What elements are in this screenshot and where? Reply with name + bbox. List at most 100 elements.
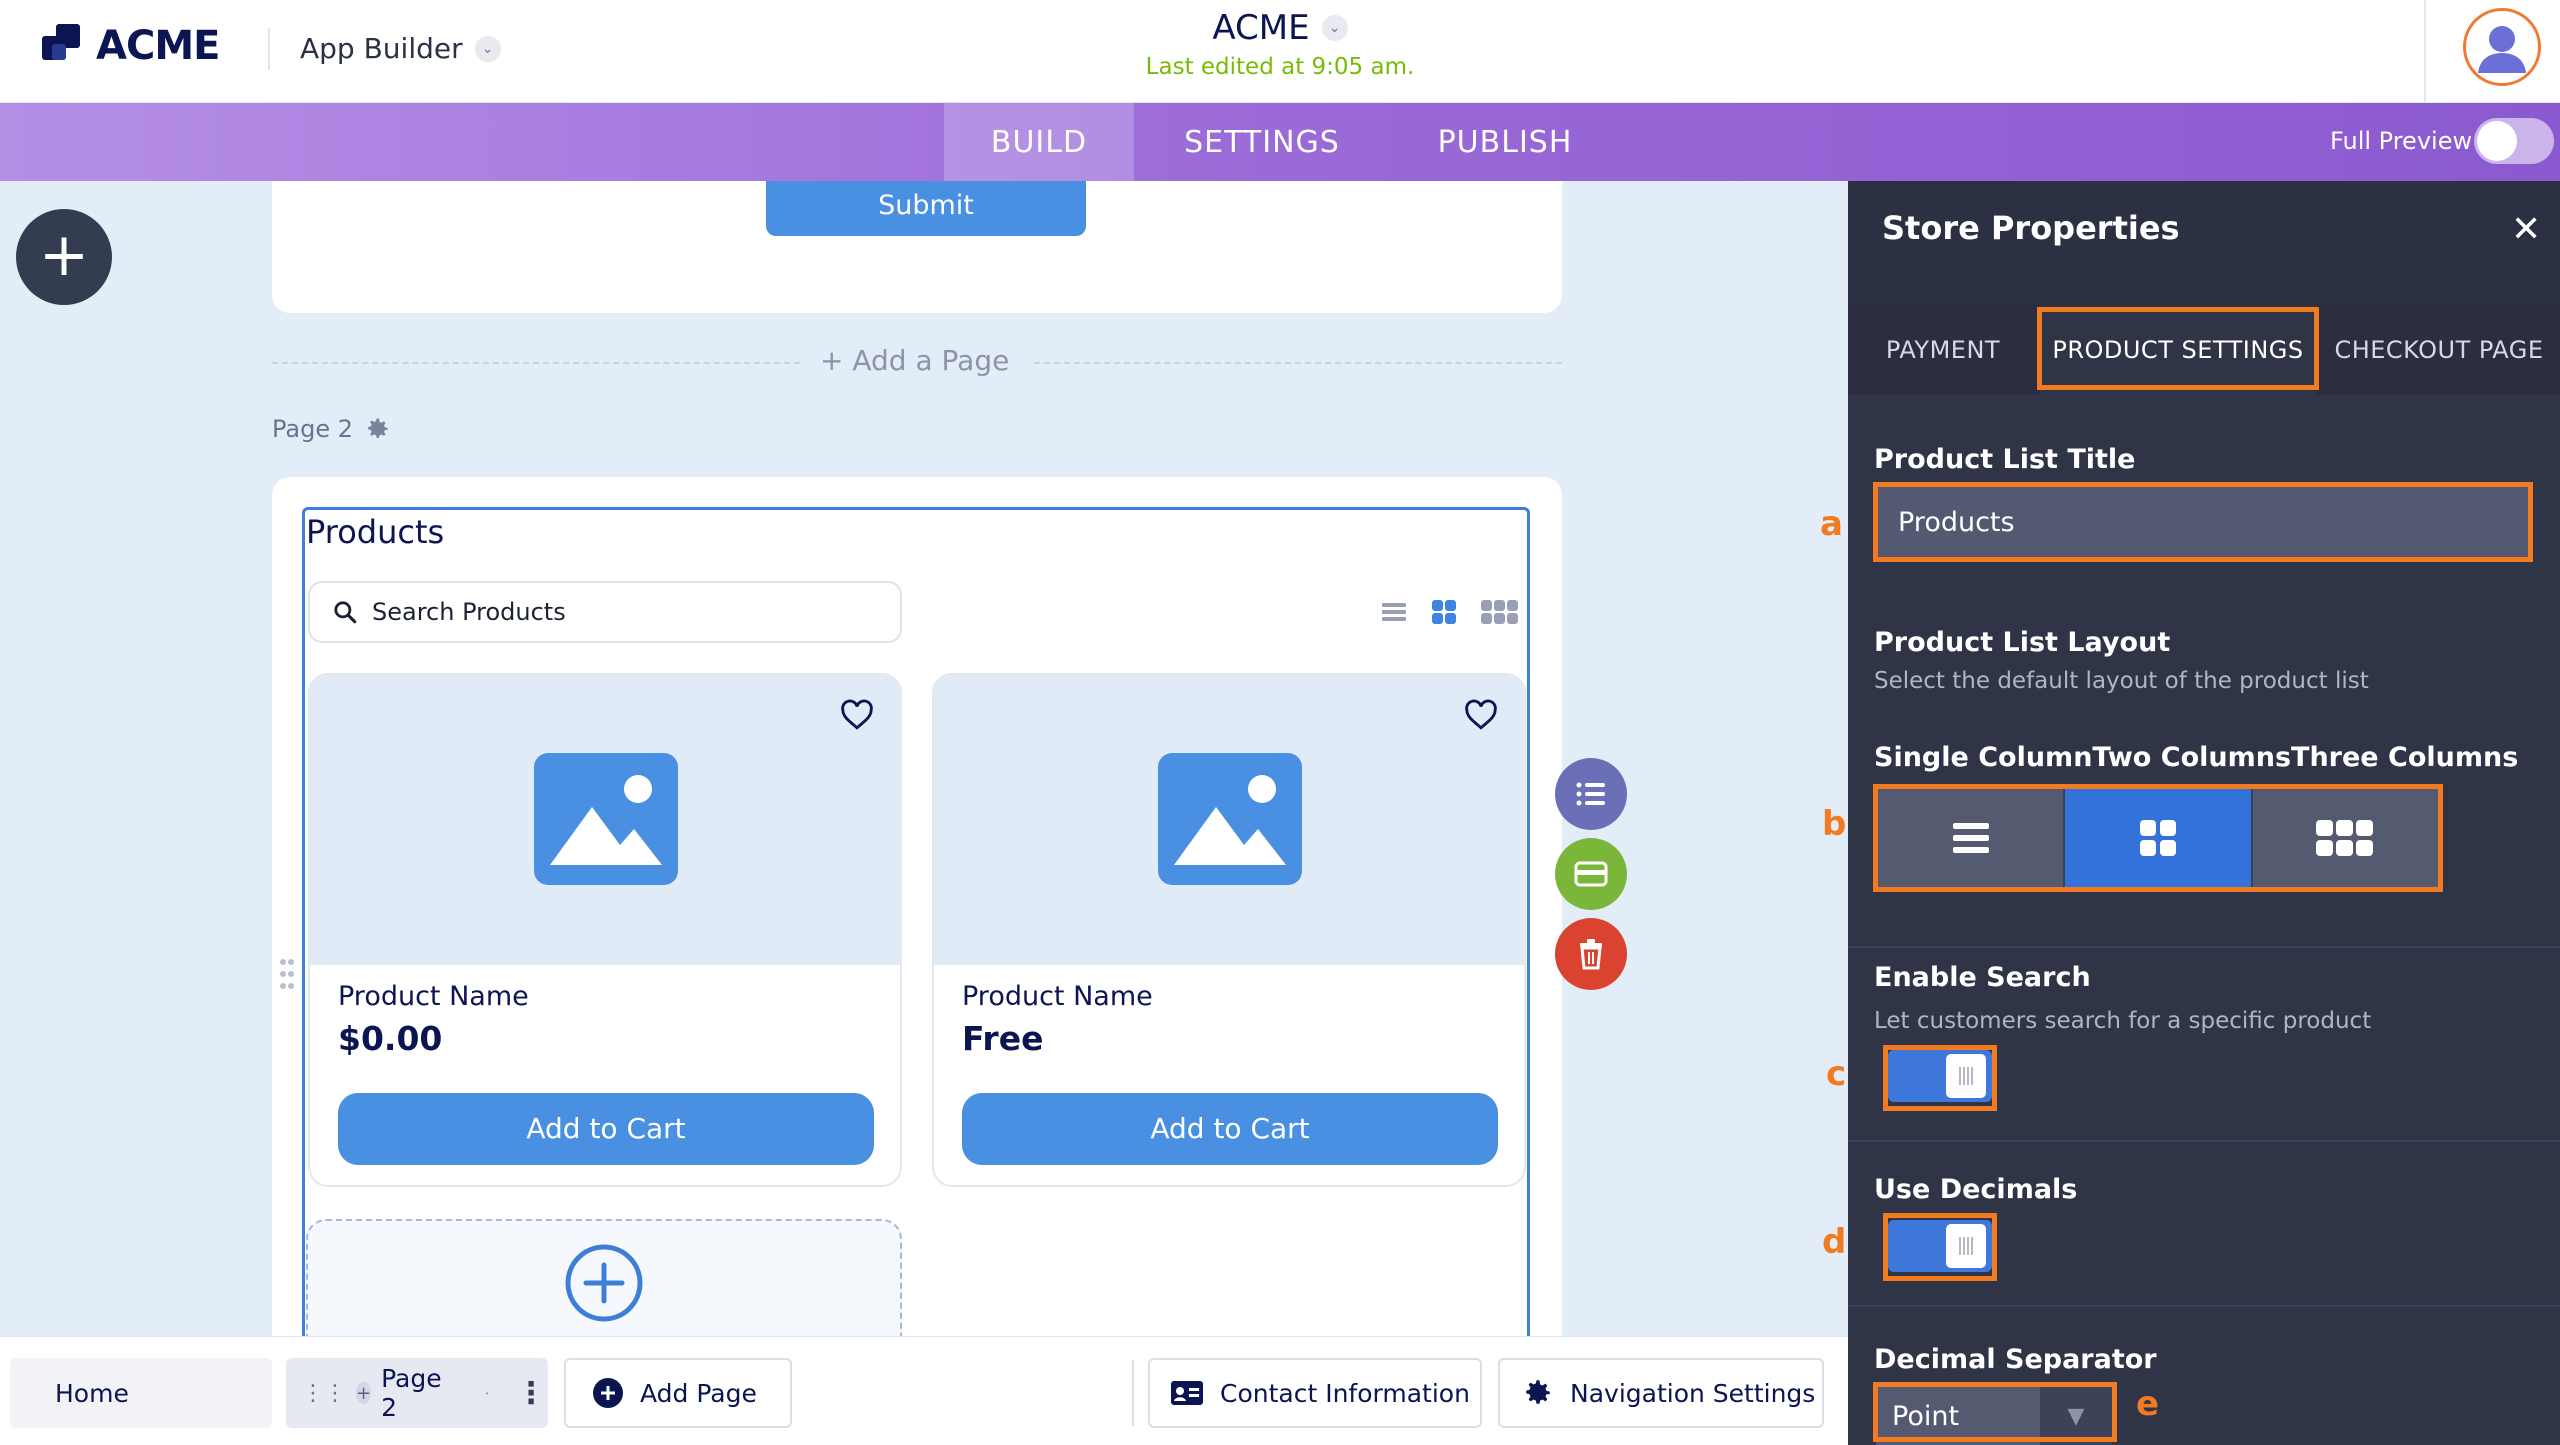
- full-preview-toggle[interactable]: [2474, 118, 2554, 164]
- plus-circle-icon: [593, 1378, 623, 1408]
- page2-label: Page 2: [272, 415, 391, 443]
- grip-icon: [1959, 1237, 1973, 1255]
- toggle-knob: [2477, 121, 2517, 161]
- close-icon[interactable]: ✕: [2511, 209, 2541, 250]
- add-page-label: Add Page: [640, 1378, 757, 1408]
- three-columns-option[interactable]: [2252, 789, 2438, 887]
- gear-icon[interactable]: [363, 415, 391, 443]
- decimal-separator-label: Decimal Separator: [1874, 1344, 2157, 1375]
- header-divider: [268, 28, 270, 70]
- page2-label-text: Page 2: [272, 415, 353, 443]
- header-divider-right: [2424, 0, 2426, 103]
- toggle-knob: [1946, 1054, 1986, 1098]
- use-decimals-toggle[interactable]: [1888, 1220, 1992, 1272]
- navigation-settings-label: Navigation Settings: [1570, 1378, 1816, 1408]
- search-icon: [334, 601, 357, 624]
- product-price: $0.00: [338, 1019, 443, 1058]
- heart-icon[interactable]: [1464, 699, 1498, 731]
- contact-card-icon: [1171, 1381, 1203, 1405]
- logo-text: ACME: [96, 23, 220, 69]
- enable-search-desc: Let customers search for a specific prod…: [1874, 1008, 2372, 1034]
- plus-circle-icon: [565, 1244, 643, 1322]
- image-placeholder-icon: [1158, 753, 1302, 885]
- decimal-separator-select[interactable]: Point ▼: [1876, 1387, 2112, 1445]
- page-tab-home[interactable]: Home: [10, 1358, 272, 1428]
- more-options-icon[interactable]: ⋮: [516, 1376, 546, 1411]
- two-columns-icon[interactable]: [1430, 598, 1458, 626]
- app-builder-menu[interactable]: App Builder ⌄: [300, 32, 501, 65]
- page-tab-page2[interactable]: ⋮⋮ + Page 2 ⋮: [286, 1358, 548, 1428]
- divider-line: [1034, 362, 1562, 364]
- lock-icon: [485, 1391, 488, 1395]
- image-placeholder-icon: [534, 753, 678, 885]
- search-products-input[interactable]: Search Products: [308, 581, 902, 643]
- delete-button[interactable]: [1555, 918, 1627, 990]
- annotation-marker-c: c: [1826, 1054, 1847, 1094]
- panel-title: Store Properties: [1882, 209, 2180, 247]
- tab-settings[interactable]: SETTINGS: [1134, 103, 1390, 181]
- add-page-button[interactable]: Add Page: [564, 1358, 792, 1428]
- acme-logo[interactable]: ACME: [42, 22, 220, 70]
- tab-checkout-page[interactable]: CHECKOUT PAGE: [2318, 305, 2560, 395]
- decimal-separator-value: Point: [1892, 1400, 1960, 1432]
- chevron-down-icon: ⌄: [1321, 15, 1348, 41]
- section-divider: [1848, 946, 2560, 948]
- heart-icon[interactable]: [840, 699, 874, 731]
- two-columns-icon: [2139, 820, 2176, 856]
- single-column-icon[interactable]: [1380, 600, 1408, 624]
- product-list-layout-desc: Select the default layout of the product…: [1874, 668, 2369, 694]
- three-columns-icon[interactable]: [1480, 598, 1520, 626]
- dropdown-arrow-icon: ▼: [2040, 1387, 2112, 1445]
- page-tab-home-label: Home: [55, 1378, 129, 1408]
- credit-card-icon: [1574, 861, 1608, 887]
- product-name: Product Name: [962, 981, 1153, 1012]
- add-a-page-link[interactable]: + Add a Page: [820, 344, 1009, 377]
- properties-button[interactable]: [1555, 758, 1627, 830]
- annotation-marker-b: b: [1822, 804, 1847, 844]
- navigation-settings-button[interactable]: Navigation Settings: [1498, 1358, 1824, 1428]
- product-card[interactable]: Product Name Free Add to Cart: [932, 673, 1526, 1187]
- product-card[interactable]: Product Name $0.00 Add to Cart: [308, 673, 902, 1187]
- contact-information-button[interactable]: Contact Information: [1148, 1358, 1482, 1428]
- add-to-cart-button[interactable]: Add to Cart: [962, 1093, 1498, 1165]
- gear-icon: [1526, 1380, 1550, 1404]
- product-price: Free: [962, 1019, 1044, 1058]
- last-edited-text: Last edited at 9:05 am.: [1145, 54, 1415, 80]
- product-list-layout-label: Product List Layout: [1874, 627, 2171, 658]
- app-title[interactable]: ACME ⌄: [1212, 8, 1348, 48]
- tab-product-settings[interactable]: PRODUCT SETTINGS: [2040, 305, 2316, 395]
- page-tab-page2-label: Page 2: [381, 1364, 442, 1422]
- plus-icon[interactable]: +: [356, 1382, 372, 1404]
- tab-build[interactable]: BUILD: [944, 103, 1134, 181]
- annotation-marker-a: a: [1820, 504, 1843, 544]
- section-divider: [1848, 1140, 2560, 1142]
- single-column-option[interactable]: [1878, 789, 2066, 887]
- product-list-title-label: Product List Title: [1874, 444, 2136, 475]
- divider-line: [272, 362, 800, 364]
- search-placeholder: Search Products: [372, 598, 566, 626]
- add-to-cart-button[interactable]: Add to Cart: [338, 1093, 874, 1165]
- drag-handle-icon[interactable]: [278, 957, 296, 991]
- enable-search-toggle[interactable]: [1888, 1050, 1992, 1102]
- layout-selector: [1878, 789, 2438, 887]
- grip-icon: [1959, 1067, 1973, 1085]
- user-avatar[interactable]: [2463, 8, 2541, 86]
- user-avatar-icon: [2468, 13, 2536, 81]
- trash-icon: [1580, 939, 1602, 970]
- app-title-block: ACME ⌄ Last edited at 9:05 am.: [1000, 8, 1560, 80]
- app-title-text: ACME: [1212, 8, 1310, 48]
- use-decimals-label: Use Decimals: [1874, 1174, 2078, 1205]
- three-columns-icon: [2316, 820, 2374, 856]
- product-list-title-input[interactable]: Products: [1876, 487, 2530, 557]
- submit-button[interactable]: Submit: [766, 181, 1086, 236]
- canvas-layout-switcher: [1380, 598, 1520, 626]
- add-element-button[interactable]: +: [16, 209, 112, 305]
- drag-handle-icon[interactable]: ⋮⋮: [302, 1381, 346, 1406]
- contact-information-label: Contact Information: [1220, 1378, 1470, 1408]
- enable-search-label: Enable Search: [1874, 962, 2091, 993]
- payment-button[interactable]: [1555, 838, 1627, 910]
- tab-payment[interactable]: PAYMENT: [1848, 305, 2038, 395]
- annotation-marker-e: e: [2136, 1384, 2160, 1424]
- two-columns-option[interactable]: [2065, 789, 2253, 887]
- tab-publish[interactable]: PUBLISH: [1390, 103, 1620, 181]
